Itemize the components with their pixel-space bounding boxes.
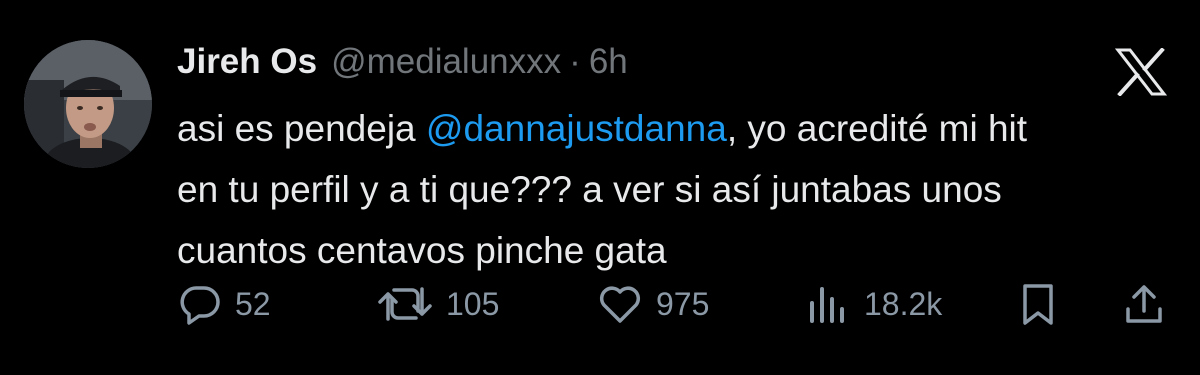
- repost-count: 105: [446, 285, 500, 322]
- tweet-text: asi es pendeja @dannajustdanna, yo acred…: [177, 98, 1177, 281]
- reply-count: 52: [235, 285, 271, 322]
- share-icon: [1122, 281, 1166, 327]
- views-button[interactable]: 18.2k: [804, 276, 942, 332]
- bookmark-button[interactable]: [1016, 276, 1060, 332]
- author-name[interactable]: Jireh Os: [177, 38, 317, 86]
- avatar[interactable]: [24, 40, 152, 168]
- share-button[interactable]: [1122, 276, 1166, 332]
- action-bar: 52 105 975 18.2k: [0, 276, 1200, 332]
- like-icon: [596, 281, 644, 327]
- tweet-header: Jireh Os @medialunxxx · 6h: [177, 38, 628, 86]
- repost-icon: [376, 281, 434, 327]
- header-separator: ·: [569, 42, 581, 81]
- tweet-text-segment: asi es pendeja: [177, 108, 426, 149]
- reply-button[interactable]: 52: [177, 276, 271, 332]
- timestamp[interactable]: 6h: [589, 38, 628, 86]
- repost-button[interactable]: 105: [376, 276, 499, 332]
- views-count: 18.2k: [864, 285, 943, 322]
- mention-link[interactable]: @dannajustdanna: [426, 108, 727, 149]
- x-logo-icon: [1114, 47, 1168, 97]
- tweet-text-line: asi es pendeja @dannajustdanna, yo acred…: [177, 98, 1177, 159]
- author-handle[interactable]: @medialunxxx: [331, 38, 561, 86]
- bookmark-icon: [1016, 281, 1060, 327]
- like-button[interactable]: 975: [596, 276, 709, 332]
- tweet-text-line: en tu perfil y a ti que??? a ver si así …: [177, 169, 1002, 210]
- tweet-text-segment: , yo acredité mi hit: [726, 108, 1028, 149]
- tweet-text-line: cuantos centavos pinche gata: [177, 230, 667, 271]
- like-count: 975: [656, 285, 710, 322]
- reply-icon: [177, 281, 223, 327]
- views-icon: [804, 281, 852, 327]
